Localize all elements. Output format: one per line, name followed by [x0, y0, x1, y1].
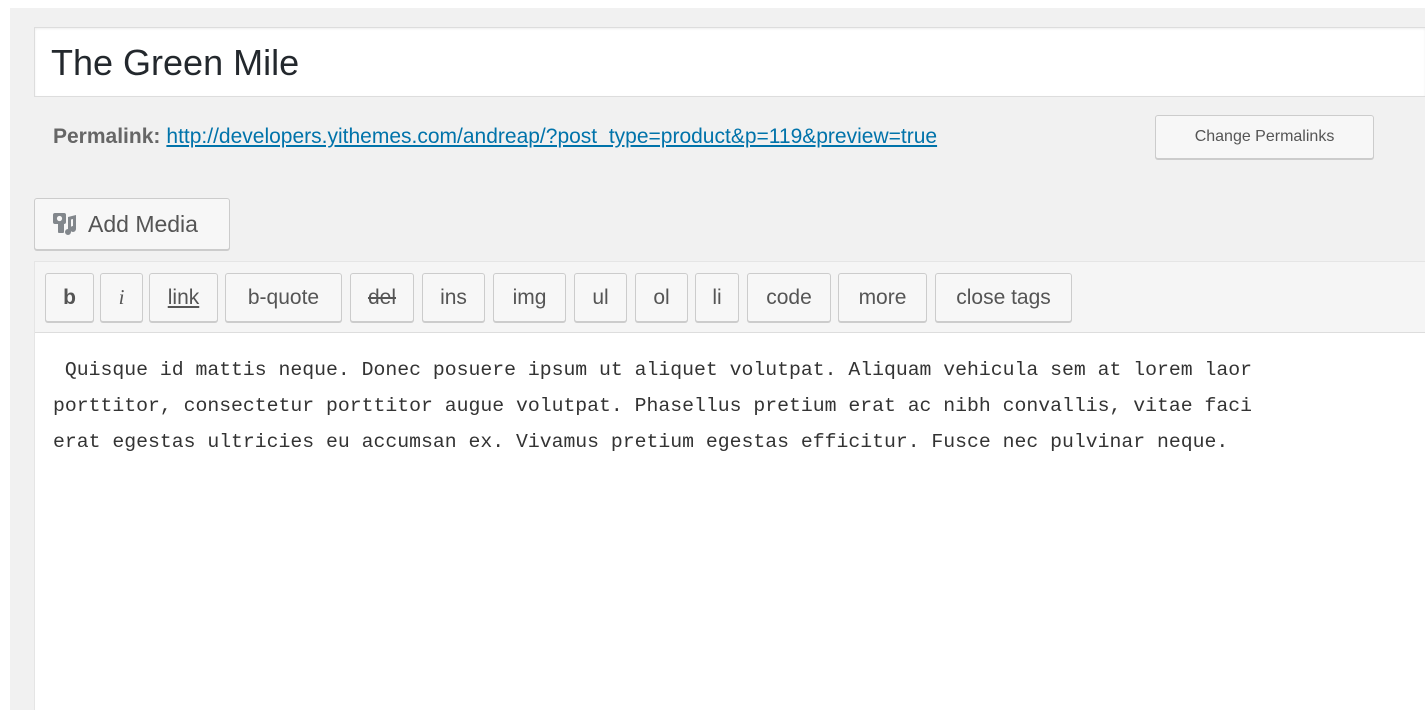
quicktag-ol-button[interactable]: ol — [635, 273, 688, 322]
quicktag-del-button[interactable]: del — [350, 273, 414, 322]
quicktag-i-button[interactable]: i — [100, 273, 143, 322]
content-line: Quisque id mattis neque. Donec posuere i… — [53, 359, 1252, 381]
quicktag-li-label: li — [712, 285, 722, 309]
quicktag-code-button[interactable]: code — [747, 273, 831, 322]
quicktag-ul-button[interactable]: ul — [574, 273, 627, 322]
content-line: erat egestas ultricies eu accumsan ex. V… — [53, 431, 1229, 453]
quicktag-more-label: more — [858, 285, 907, 309]
change-permalinks-button[interactable]: Change Permalinks — [1155, 115, 1374, 159]
quicktag-ol-label: ol — [653, 285, 670, 309]
post-title-input[interactable]: The Green Mile — [51, 41, 299, 85]
top-border — [0, 0, 1425, 8]
permalink-row: Permalink: http://developers.yithemes.co… — [53, 116, 937, 158]
left-border — [0, 0, 10, 710]
permalink-label: Permalink: — [53, 125, 161, 148]
text-editor: b i link b-quote del ins img ul ol li co… — [34, 261, 1425, 710]
quicktags-toolbar: b i link b-quote del ins img ul ol li co… — [35, 262, 1425, 333]
permalink-url-link[interactable]: http://developers.yithemes.com/andreap/?… — [166, 125, 937, 149]
quicktag-b-button[interactable]: b — [45, 273, 94, 322]
add-media-label: Add Media — [88, 210, 198, 237]
quicktag-i-label: i — [118, 285, 125, 309]
quicktag-code-label: code — [766, 285, 812, 309]
quicktag-link-button[interactable]: link — [149, 273, 218, 322]
quicktag-b-quote-button[interactable]: b-quote — [225, 273, 342, 322]
post-title-field[interactable]: The Green Mile — [34, 27, 1425, 97]
quicktag-img-label: img — [512, 285, 547, 309]
quicktag-b-label: b — [63, 285, 76, 309]
quicktag-li-button[interactable]: li — [695, 273, 739, 322]
quicktag-more-button[interactable]: more — [838, 273, 927, 322]
quicktag-img-button[interactable]: img — [493, 273, 566, 322]
content-line: porttitor, consectetur porttitor augue v… — [53, 395, 1252, 417]
quicktag-del-label: del — [367, 285, 397, 309]
quicktag-ins-button[interactable]: ins — [422, 273, 485, 322]
add-media-button[interactable]: Add Media — [34, 198, 230, 250]
content-textarea[interactable]: Quisque id mattis neque. Donec posuere i… — [53, 352, 1425, 460]
quicktag-b-quote-label: b-quote — [247, 285, 320, 309]
quicktag-close-tags-label: close tags — [956, 285, 1051, 309]
add-media-icon — [52, 211, 78, 237]
quicktag-link-label: link — [167, 285, 200, 309]
quicktag-ins-label: ins — [440, 285, 467, 309]
quicktag-ul-label: ul — [592, 285, 609, 309]
quicktag-close-tags-button[interactable]: close tags — [935, 273, 1072, 322]
